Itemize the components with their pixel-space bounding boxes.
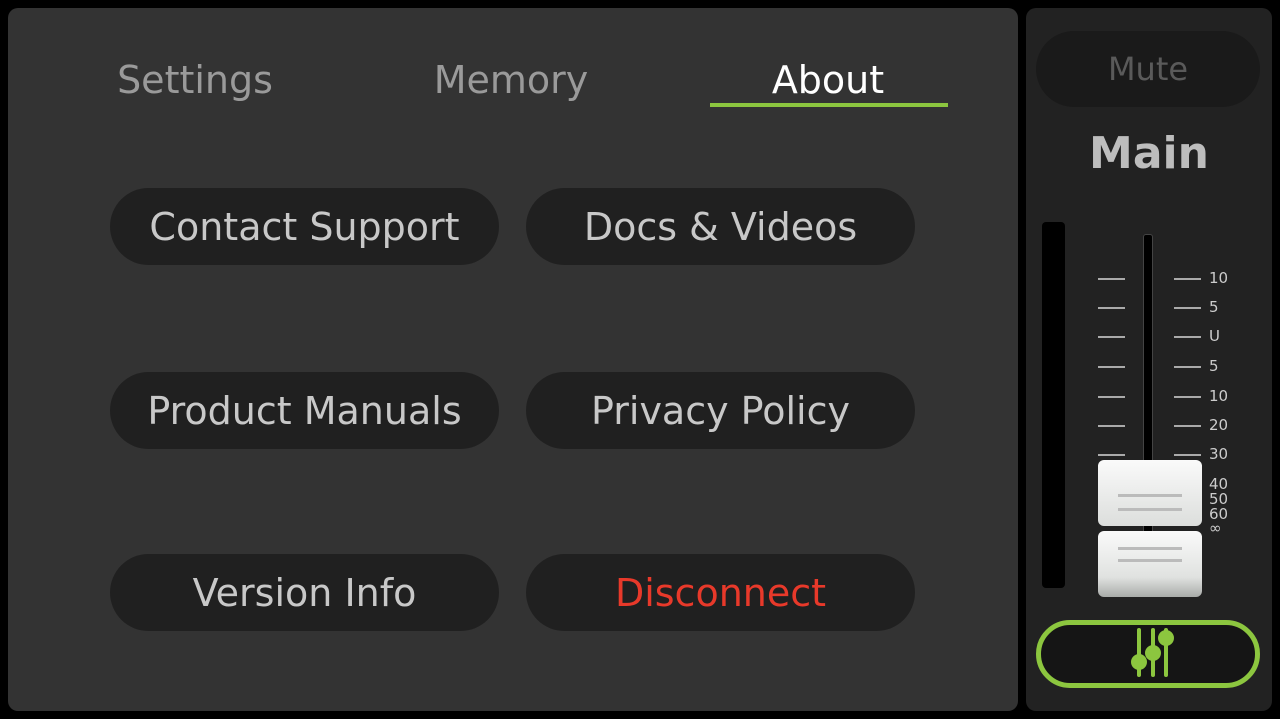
disconnect-button[interactable]: Disconnect — [526, 554, 915, 631]
version-info-button[interactable]: Version Info — [110, 554, 499, 631]
scale-tick — [1174, 336, 1201, 338]
channel-name: Main — [1089, 128, 1209, 179]
channel-strip: Mute Main 10 5 U 5 10 20 30 40 50 60 ∞ — [1026, 8, 1272, 711]
fader-handle[interactable] — [1098, 460, 1202, 526]
scale-label: 30 — [1209, 445, 1229, 463]
active-tab-indicator — [710, 103, 948, 107]
scale-label: 10 — [1209, 387, 1229, 405]
scale-label: 10 — [1209, 269, 1229, 287]
scale-label: ∞ — [1209, 519, 1222, 537]
scale-tick — [1098, 454, 1125, 456]
scale-tick — [1174, 425, 1201, 427]
product-manuals-button[interactable]: Product Manuals — [110, 372, 499, 449]
mixer-button[interactable] — [1036, 620, 1260, 688]
scale-tick — [1098, 425, 1125, 427]
docs-videos-button[interactable]: Docs & Videos — [526, 188, 915, 265]
mixer-sliders-icon — [1131, 628, 1174, 677]
scale-tick — [1098, 336, 1125, 338]
tab-about[interactable]: About — [708, 58, 948, 102]
privacy-policy-button[interactable]: Privacy Policy — [526, 372, 915, 449]
mute-button[interactable]: Mute — [1036, 31, 1260, 107]
scale-tick — [1098, 278, 1125, 280]
scale-tick — [1174, 396, 1201, 398]
tab-memory[interactable]: Memory — [391, 58, 631, 102]
about-panel: Settings Memory About Contact Support Do… — [8, 8, 1018, 711]
scale-tick — [1174, 278, 1201, 280]
scale-label: 5 — [1209, 357, 1219, 375]
scale-label: 20 — [1209, 416, 1229, 434]
fader-handle-lower[interactable] — [1098, 531, 1202, 597]
level-meter — [1042, 222, 1065, 588]
scale-label: U — [1209, 327, 1220, 345]
scale-tick — [1098, 307, 1125, 309]
scale-tick — [1098, 366, 1125, 368]
scale-label: 5 — [1209, 298, 1219, 316]
scale-tick — [1174, 454, 1201, 456]
scale-tick — [1174, 307, 1201, 309]
scale-tick — [1098, 396, 1125, 398]
scale-tick — [1174, 366, 1201, 368]
contact-support-button[interactable]: Contact Support — [110, 188, 499, 265]
tab-settings[interactable]: Settings — [75, 58, 315, 102]
